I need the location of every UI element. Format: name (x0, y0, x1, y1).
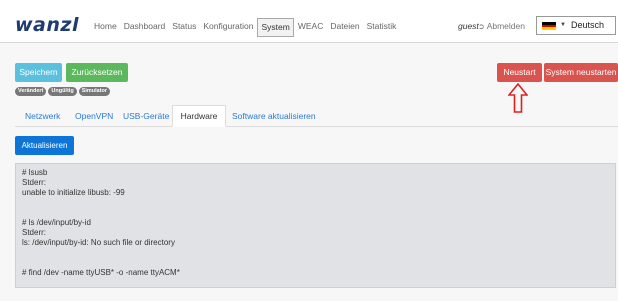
badge-invalid: Ungültig (48, 87, 77, 96)
top-navigation-bar: wanzl Home Dashboard Status Konfiguratio… (0, 6, 618, 43)
nav-konfiguration[interactable]: Konfiguration (200, 18, 256, 37)
console-line: Stderr: (22, 178, 47, 187)
language-label: Deutsch (571, 20, 605, 30)
settings-tabs: Netzwerk OpenVPN USB-Geräte Hardware Sof… (15, 105, 618, 127)
german-flag-icon (542, 22, 556, 30)
nav-home[interactable]: Home (91, 18, 120, 37)
nav-weac[interactable]: WEAC (295, 18, 327, 37)
restart-button[interactable]: Neustart (497, 63, 542, 82)
save-button[interactable]: Speichern (15, 63, 62, 82)
wanzl-logo: wanzl (15, 14, 79, 36)
chevron-down-icon: ▼ (560, 22, 566, 28)
current-user: guest (458, 21, 479, 31)
badge-simulator: Simulator (78, 87, 111, 96)
system-restart-button[interactable]: System neustarten (544, 63, 618, 82)
language-select[interactable]: ▼ Deutsch (536, 16, 616, 35)
refresh-button[interactable]: Aktualisieren (15, 136, 74, 155)
logout-link[interactable]: ➲ Abmelden (478, 21, 525, 31)
nav-status[interactable]: Status (169, 18, 199, 37)
console-line: # find /dev -name ttyUSB* -o -name ttyAC… (22, 268, 180, 277)
console-line: # ls /dev/input/by-id (22, 218, 91, 227)
reset-button[interactable]: Zurücksetzen (66, 63, 128, 82)
console-line: ls: /dev/input/by-id: No such file or di… (22, 238, 175, 247)
nav-dateien[interactable]: Dateien (327, 18, 362, 37)
logout-label: Abmelden (486, 21, 525, 31)
main-nav: Home Dashboard Status Konfiguration Syst… (91, 18, 400, 37)
status-badges: Verändert Ungültig Simulator (15, 87, 111, 96)
tab-openvpn[interactable]: OpenVPN (75, 106, 113, 126)
console-line: Stderr: (22, 228, 47, 237)
tab-software-aktualisieren[interactable]: Software aktualisieren (232, 106, 316, 126)
sign-out-icon: ➲ (478, 22, 485, 31)
console-line: unable to initialize libusb: -99 (22, 188, 125, 197)
badge-changed: Verändert (15, 87, 47, 96)
nav-statistik[interactable]: Statistik (364, 18, 400, 37)
hardware-console-output: # lsusb Stderr: unable to initialize lib… (15, 163, 616, 288)
nav-system[interactable]: System (257, 18, 294, 37)
nav-dashboard[interactable]: Dashboard (121, 18, 169, 37)
tab-usb-geraete[interactable]: USB-Geräte (123, 106, 169, 126)
tab-netzwerk[interactable]: Netzwerk (25, 106, 60, 126)
console-line: # lsusb (22, 168, 48, 177)
tab-hardware[interactable]: Hardware (172, 105, 226, 127)
